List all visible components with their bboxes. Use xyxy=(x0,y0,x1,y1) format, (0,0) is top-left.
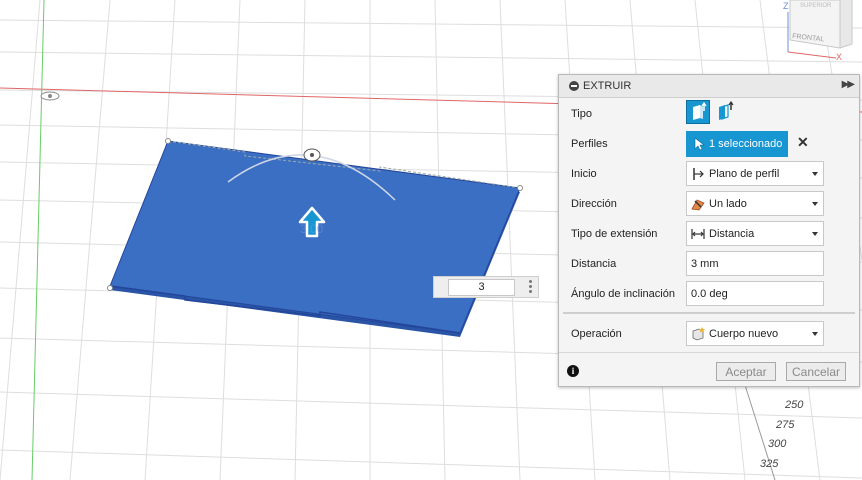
tipo-extension-value: Distancia xyxy=(709,228,755,240)
section-divider xyxy=(563,312,855,314)
distancia-value: 3 mm xyxy=(691,258,719,270)
dialog-title: EXTRUIR xyxy=(583,80,632,92)
tipo-label: Tipo xyxy=(571,108,592,120)
inicio-value: Plano de perfil xyxy=(709,168,780,180)
thin-extrude-button[interactable] xyxy=(714,100,738,124)
row-distancia: Distancia 3 mm xyxy=(559,249,859,279)
chevron-down-icon xyxy=(812,332,818,336)
extrusion-body[interactable] xyxy=(107,138,523,338)
dialog-header: EXTRUIR ▶▶ xyxy=(559,75,859,98)
distance-icon xyxy=(691,229,705,239)
profile-plane-icon xyxy=(693,168,704,180)
extrude-dialog: EXTRUIR ▶▶ Tipo Perfiles 1 seleccionado … xyxy=(558,74,860,387)
row-tipo-extension: Tipo de extensión Distancia xyxy=(559,219,859,249)
angulo-label: Ángulo de inclinación xyxy=(571,288,675,300)
one-side-icon xyxy=(691,199,705,211)
info-icon[interactable]: i xyxy=(567,365,579,377)
solid-extrude-icon xyxy=(693,101,707,120)
perfiles-label: Perfiles xyxy=(571,138,608,150)
chevron-down-icon xyxy=(812,172,818,176)
more-options-icon[interactable] xyxy=(529,280,532,294)
tipo-extension-label: Tipo de extensión xyxy=(571,228,658,240)
cancel-button[interactable]: Cancelar xyxy=(786,362,846,381)
ghost-distance-label: 3.00 xyxy=(300,222,324,236)
solid-extrude-button[interactable] xyxy=(686,100,710,124)
inicio-label: Inicio xyxy=(571,168,597,180)
view-cube-axis-z: Z xyxy=(783,1,789,11)
direccion-label: Dirección xyxy=(571,198,617,210)
ruler-label: 300 xyxy=(768,438,787,450)
direccion-dropdown[interactable]: Un lado xyxy=(686,191,824,216)
ruler: 250 275 300 325 xyxy=(744,384,804,480)
thin-extrude-icon xyxy=(719,100,734,120)
view-cube-top: SUPERIOR xyxy=(800,3,832,9)
collapse-icon[interactable] xyxy=(569,81,579,91)
ruler-label: 325 xyxy=(760,458,779,470)
direccion-value: Un lado xyxy=(709,198,747,210)
chevron-down-icon xyxy=(812,232,818,236)
distance-input-box: 3 xyxy=(433,276,539,298)
origin-icon xyxy=(40,91,60,101)
clear-selection-icon[interactable]: ✕ xyxy=(797,134,809,151)
angulo-value: 0.0 deg xyxy=(691,288,728,300)
view-cube-axis-x: X xyxy=(836,52,842,62)
angle-manipulator-icon[interactable] xyxy=(303,148,321,162)
profiles-selection-text: 1 seleccionado xyxy=(709,138,783,150)
distancia-input[interactable]: 3 mm xyxy=(686,251,824,276)
row-direccion: Dirección Un lado xyxy=(559,189,859,219)
cursor-icon xyxy=(694,137,705,151)
angulo-input[interactable]: 0.0 deg xyxy=(686,281,824,306)
row-tipo: Tipo xyxy=(559,99,859,129)
chevron-down-icon xyxy=(812,202,818,206)
tipo-extension-dropdown[interactable]: Distancia xyxy=(686,221,824,246)
distance-input[interactable]: 3 xyxy=(448,279,515,296)
inicio-dropdown[interactable]: Plano de perfil xyxy=(686,161,824,186)
row-operacion: Operación Cuerpo nuevo xyxy=(559,319,859,349)
operacion-value: Cuerpo nuevo xyxy=(709,328,779,340)
operacion-label: Operación xyxy=(571,328,622,340)
dialog-footer: i Aceptar Cancelar xyxy=(559,352,859,386)
operacion-dropdown[interactable]: Cuerpo nuevo xyxy=(686,321,824,346)
row-angulo: Ángulo de inclinación 0.0 deg xyxy=(559,279,859,309)
row-inicio: Inicio Plano de perfil xyxy=(559,159,859,189)
profiles-selection-button[interactable]: 1 seleccionado xyxy=(686,131,788,157)
expand-icon[interactable]: ▶▶ xyxy=(842,79,855,90)
row-perfiles: Perfiles 1 seleccionado ✕ xyxy=(559,129,859,159)
distancia-label: Distancia xyxy=(571,258,617,270)
ruler-label: 275 xyxy=(775,419,795,431)
new-body-icon xyxy=(692,327,705,341)
ok-button[interactable]: Aceptar xyxy=(716,362,776,381)
view-cube[interactable]: FRONTAL SUPERIOR Z X xyxy=(783,0,853,62)
ruler-label: 250 xyxy=(784,399,804,411)
